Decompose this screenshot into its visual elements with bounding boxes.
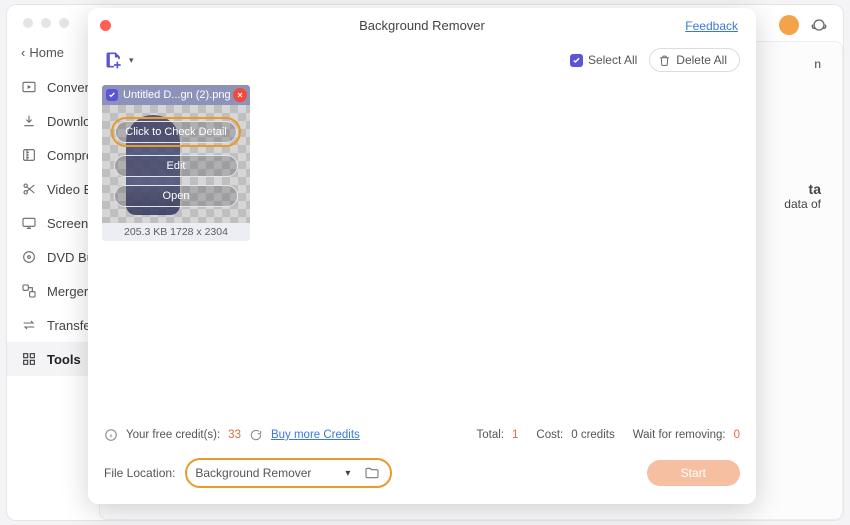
add-file-icon: [104, 50, 124, 70]
thumbnail-filename: Untitled D...gn (2).png: [123, 89, 231, 101]
sidebar-item-video-editor[interactable]: Video Editor: [7, 172, 99, 206]
sidebar-item-dvd-burner[interactable]: DVD Burner: [7, 240, 99, 274]
thumbnail-image: Click to Check Detail Edit Open: [102, 105, 250, 223]
download-icon: [21, 113, 37, 129]
thumbnail-header: Untitled D...gn (2).png: [102, 85, 250, 105]
file-thumbnail[interactable]: Untitled D...gn (2).png Click to Check D…: [102, 85, 250, 241]
sidebar-item-transfer[interactable]: Transfer: [7, 308, 99, 342]
refresh-icon[interactable]: [249, 428, 263, 442]
compress-icon: [21, 147, 37, 163]
credits-count: 33: [228, 429, 241, 441]
check-detail-button[interactable]: Click to Check Detail: [115, 121, 237, 143]
start-button[interactable]: Start: [647, 460, 740, 486]
transfer-icon: [21, 317, 37, 333]
credits-row: Your free credit(s): 33 Buy more Credits…: [88, 422, 756, 448]
thumbnail-meta: 205.3 KB 1728 x 2304: [102, 223, 250, 241]
sidebar-item-tools[interactable]: Tools: [7, 342, 99, 376]
location-row: File Location: Background Remover ▾ Star…: [88, 448, 756, 504]
sidebar: ‹ Home Converter Downloader Compressor V…: [7, 39, 99, 520]
modal-background-remover: Background Remover Feedback ▾ Select All…: [88, 8, 756, 504]
disc-icon: [21, 249, 37, 265]
sidebar-item-converter[interactable]: Converter: [7, 70, 99, 104]
modal-title: Background Remover: [88, 8, 756, 39]
chevron-down-icon: ▾: [345, 468, 350, 479]
delete-all-button[interactable]: Delete All: [649, 48, 740, 72]
chevron-down-icon: ▾: [129, 55, 134, 66]
sidebar-item-screen-recorder[interactable]: Screen Recorder: [7, 206, 99, 240]
toolbar: ▾ Select All Delete All: [88, 39, 756, 77]
highlight-ring: Click to Check Detail: [111, 117, 241, 147]
trash-icon: [658, 54, 671, 67]
file-location-select[interactable]: Background Remover ▾: [185, 458, 392, 488]
thumbnail-overlay: Click to Check Detail Edit Open: [102, 105, 250, 223]
folder-icon[interactable]: [364, 465, 380, 481]
thumbnail-checkbox[interactable]: [106, 89, 118, 101]
bg-peek-text: n ta data of: [784, 57, 821, 211]
edit-button[interactable]: Edit: [114, 155, 238, 177]
traffic-lights: [23, 18, 69, 28]
info-icon: [104, 428, 118, 442]
x-icon: [236, 91, 244, 99]
add-file-button[interactable]: ▾: [104, 50, 134, 70]
thumbnail-remove-button[interactable]: [233, 88, 247, 102]
merge-icon: [21, 283, 37, 299]
sidebar-item-compressor[interactable]: Compressor: [7, 138, 99, 172]
screen-icon: [21, 215, 37, 231]
checkbox-checked-icon: [570, 54, 583, 67]
buy-credits-link[interactable]: Buy more Credits: [271, 429, 360, 441]
file-grid: Untitled D...gn (2).png Click to Check D…: [88, 77, 756, 422]
sidebar-item-merger[interactable]: Merger: [7, 274, 99, 308]
select-all-checkbox[interactable]: Select All: [570, 53, 637, 67]
converter-icon: [21, 79, 37, 95]
tools-icon: [21, 351, 37, 367]
close-button[interactable]: [100, 20, 111, 31]
support-icon[interactable]: [809, 15, 829, 35]
scissors-icon: [21, 181, 37, 197]
open-button[interactable]: Open: [114, 185, 238, 207]
sidebar-item-downloader[interactable]: Downloader: [7, 104, 99, 138]
sidebar-home[interactable]: ‹ Home: [7, 39, 99, 70]
feedback-link[interactable]: Feedback: [685, 19, 738, 33]
file-location-label: File Location:: [104, 466, 175, 480]
avatar[interactable]: [779, 15, 799, 35]
chevron-left-icon: ‹: [21, 45, 25, 60]
